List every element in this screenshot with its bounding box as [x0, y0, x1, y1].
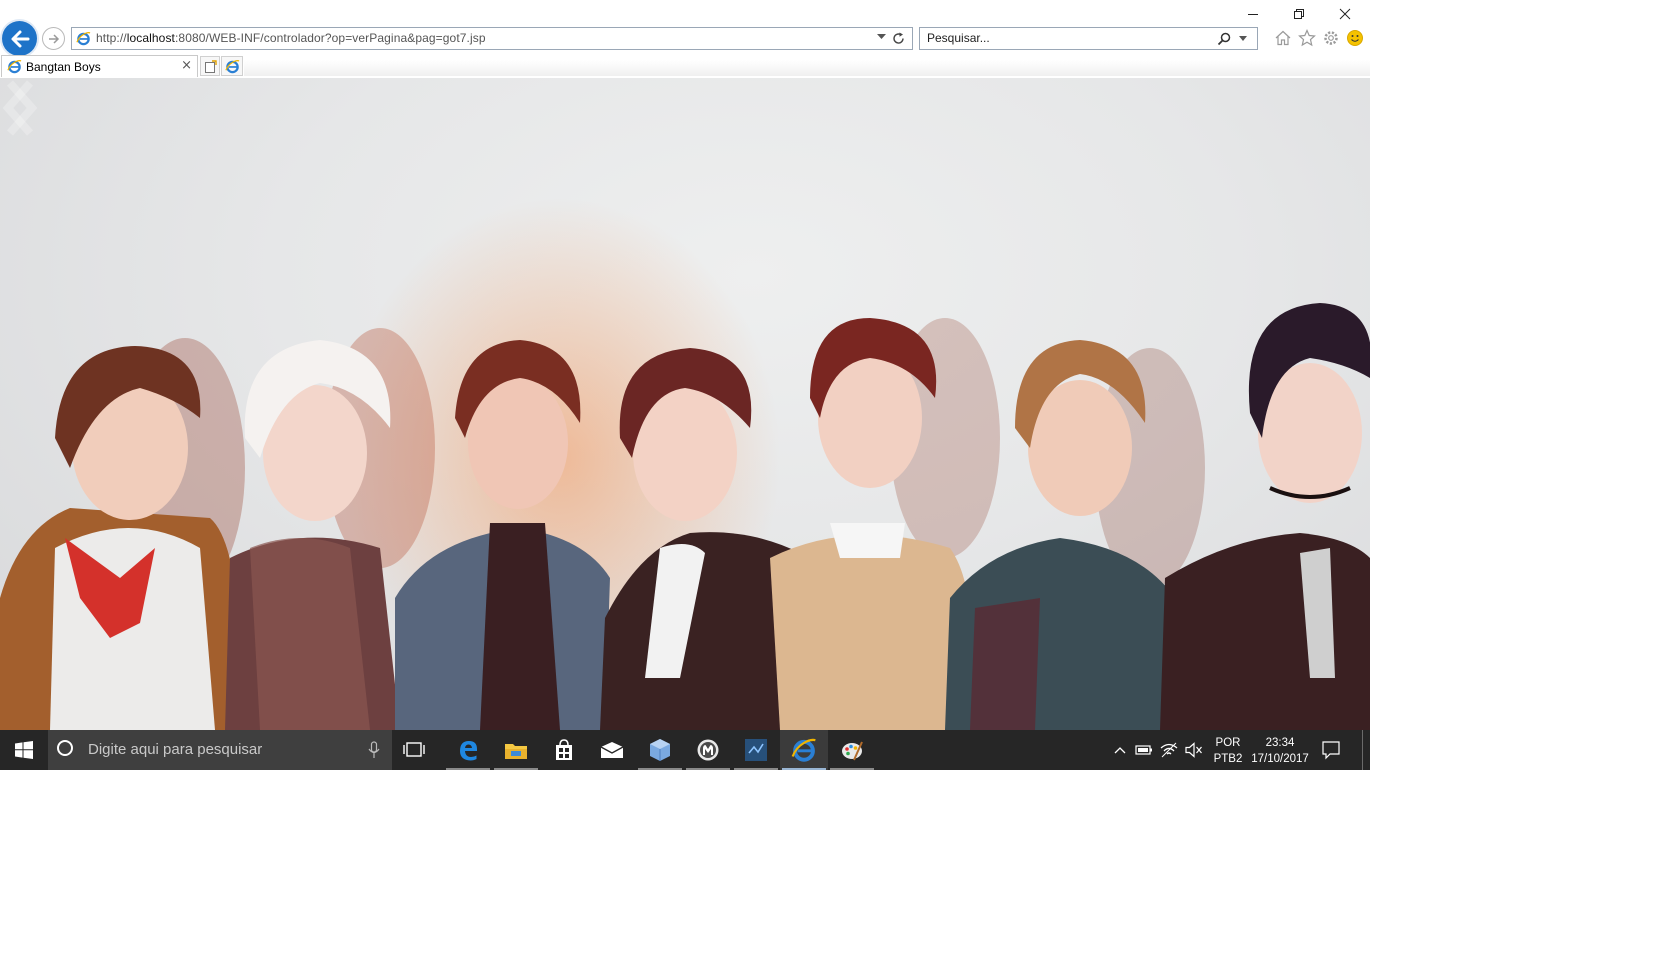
minimize-button[interactable] [1230, 4, 1276, 24]
tab-title: Bangtan Boys [26, 60, 101, 74]
taskbar-search[interactable]: Digite aqui para pesquisar [48, 730, 392, 770]
taskbar-app-explorer[interactable] [492, 730, 540, 770]
back-button[interactable] [2, 21, 37, 56]
minimize-icon [1248, 14, 1258, 15]
tab-close-button[interactable]: × [181, 58, 192, 73]
taskbar-search-placeholder: Digite aqui para pesquisar [88, 741, 263, 758]
home-icon [1275, 30, 1291, 46]
task-view-icon[interactable] [403, 740, 425, 760]
url-host: localhost [126, 31, 175, 45]
edge-icon [460, 741, 477, 761]
keyboard-layout: PTB2 [1213, 753, 1243, 765]
chevron-down-icon[interactable] [1239, 36, 1247, 41]
microphone-icon[interactable] [368, 741, 380, 759]
url-path: :8080/WEB-INF/controlador?op=verPagina&p… [174, 31, 486, 45]
carousel-next-icon[interactable] [0, 78, 40, 138]
taskbar: Digite aqui para pesquisar POR PTB2 23:3… [0, 730, 1370, 770]
feedback-button[interactable] [1345, 28, 1365, 48]
system-clock[interactable]: 23:34 17/10/2017 [1245, 735, 1315, 767]
start-button[interactable] [0, 730, 48, 770]
ie-quick-tab[interactable] [221, 56, 243, 76]
running-indicator [446, 768, 490, 770]
paint-icon [842, 741, 863, 761]
battery-button[interactable] [1133, 730, 1155, 770]
close-icon [1339, 8, 1351, 20]
taskbar-app-media[interactable] [684, 730, 732, 770]
volume-button[interactable] [1183, 730, 1205, 770]
arrow-right-icon [48, 33, 59, 44]
chevron-up-icon [1114, 747, 1126, 754]
tools-button[interactable] [1321, 28, 1341, 48]
close-window-button[interactable] [1322, 4, 1368, 24]
restore-button[interactable] [1276, 4, 1322, 24]
vs-code-icon [745, 739, 767, 761]
refresh-icon[interactable] [891, 31, 906, 46]
file-explorer-icon [505, 744, 527, 759]
media-icon [697, 739, 719, 761]
taskbar-app-store[interactable] [540, 730, 588, 770]
address-bar[interactable]: http://localhost:8080/WEB-INF/controlado… [71, 27, 913, 50]
clock-time: 23:34 [1265, 737, 1295, 749]
running-indicator [638, 768, 682, 770]
forward-button[interactable] [42, 27, 65, 50]
wifi-icon [1160, 742, 1178, 758]
store-icon [556, 739, 572, 760]
new-tab-button[interactable] [200, 56, 220, 76]
taskbar-app-paint[interactable] [828, 730, 876, 770]
taskbar-app-vscode[interactable] [732, 730, 780, 770]
arrow-left-icon [11, 30, 29, 47]
internet-explorer-icon [791, 738, 816, 762]
restore-icon [1294, 9, 1304, 19]
internet-explorer-icon [76, 32, 91, 46]
mail-icon [600, 742, 624, 758]
virtualbox-icon [650, 739, 670, 761]
taskbar-app-edge[interactable] [444, 730, 492, 770]
network-button[interactable] [1158, 730, 1180, 770]
action-center-icon[interactable] [1321, 740, 1341, 760]
chevron-down-icon[interactable] [877, 34, 886, 40]
star-icon [1298, 29, 1316, 47]
show-desktop-button[interactable] [1362, 730, 1363, 770]
new-tab-icon [204, 59, 217, 73]
internet-explorer-icon [224, 59, 239, 73]
screen: http://localhost:8080/WEB-INF/controlado… [0, 0, 1370, 770]
running-indicator [686, 768, 730, 770]
address-url: http://localhost:8080/WEB-INF/controlado… [96, 31, 486, 45]
search-box[interactable]: Pesquisar... [919, 27, 1258, 50]
show-hidden-icons-button[interactable] [1110, 730, 1130, 770]
group-photo [0, 198, 1370, 730]
url-scheme: http:// [96, 31, 127, 45]
home-button[interactable] [1273, 28, 1293, 48]
search-icon[interactable] [1217, 32, 1231, 46]
running-indicator [830, 768, 874, 770]
running-indicator [734, 768, 778, 770]
taskbar-app-mail[interactable] [588, 730, 636, 770]
gear-icon [1324, 31, 1338, 45]
favorites-button[interactable] [1297, 28, 1317, 48]
browser-tab[interactable]: Bangtan Boys × [1, 55, 198, 77]
battery-icon [1135, 745, 1152, 755]
running-indicator [782, 768, 826, 770]
internet-explorer-icon [7, 60, 22, 74]
search-placeholder: Pesquisar... [927, 31, 990, 45]
toolbar-shadow [244, 60, 1370, 76]
taskbar-app-virtualbox[interactable] [636, 730, 684, 770]
clock-date: 17/10/2017 [1251, 753, 1309, 765]
carousel-slide [0, 78, 1370, 730]
taskbar-app-ie[interactable] [780, 730, 828, 770]
cortana-icon [57, 740, 73, 756]
smiley-icon [1347, 30, 1363, 46]
language-code: POR [1215, 737, 1241, 749]
volume-muted-icon [1185, 742, 1202, 758]
browser-toolbar: http://localhost:8080/WEB-INF/controlado… [0, 0, 1370, 78]
windows-icon [15, 741, 33, 759]
running-indicator [494, 768, 538, 770]
input-language[interactable]: POR PTB2 [1208, 735, 1248, 767]
